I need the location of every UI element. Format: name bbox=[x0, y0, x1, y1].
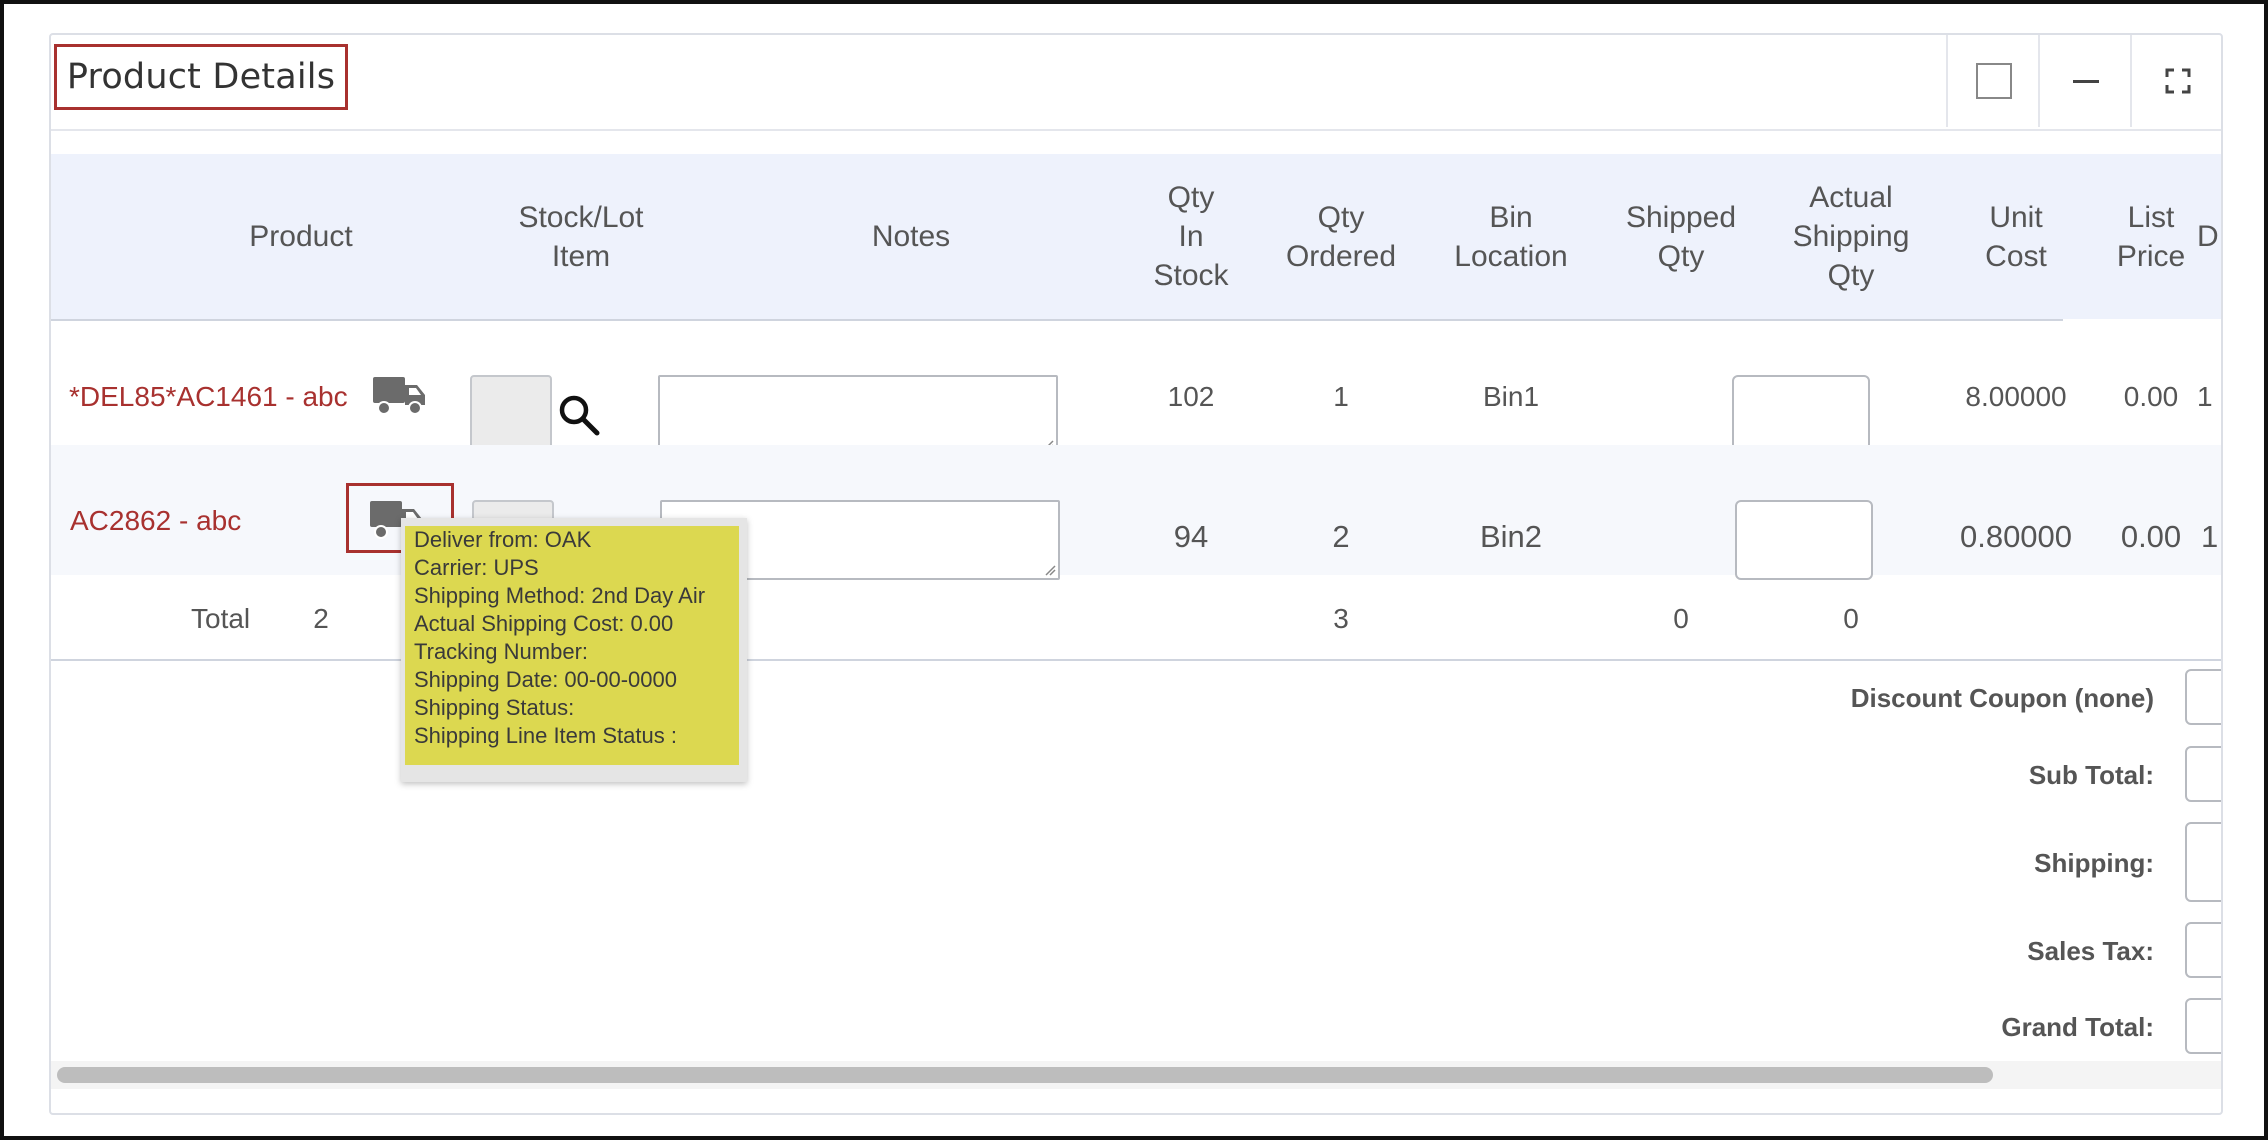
shipping-label: Shipping: bbox=[2034, 848, 2154, 878]
grand-total-field[interactable] bbox=[2185, 998, 2221, 1054]
table-row: AC2862 - abc 94 2 Bin2 0.80000 0.00 1 bbox=[51, 445, 2221, 580]
minimize-icon bbox=[2073, 79, 2099, 83]
tooltip-shipping-cost: Actual Shipping Cost: 0.00 bbox=[414, 611, 674, 636]
total-qty-ordered: 3 bbox=[1333, 603, 1349, 634]
clipped-value: 1 bbox=[2197, 381, 2213, 412]
shipping-info-tooltip: Deliver from: OAK Carrier: UPS Shipping … bbox=[401, 518, 747, 782]
tooltip-deliver-from: Deliver from: OAK bbox=[414, 527, 592, 552]
column-header-product[interactable]: Product bbox=[171, 154, 431, 319]
subtotal-field[interactable] bbox=[2185, 746, 2221, 802]
subtotal-label: Sub Total: bbox=[2028, 760, 2154, 790]
column-header-actual-shipping-qty[interactable]: Actual Shipping Qty bbox=[1766, 154, 1936, 319]
column-header-stock-lot[interactable]: Stock/Lot Item bbox=[461, 154, 701, 319]
tooltip-content: Deliver from: OAK Carrier: UPS Shipping … bbox=[405, 526, 739, 765]
expand-icon bbox=[2165, 68, 2191, 94]
minimize-button[interactable] bbox=[2038, 35, 2132, 127]
qty-ordered: 1 bbox=[1333, 381, 1349, 412]
qty-in-stock: 102 bbox=[1167, 381, 1215, 412]
panel-title-highlight: Product Details bbox=[54, 44, 348, 110]
page-title: Product Details bbox=[66, 57, 336, 97]
bin-location: Bin2 bbox=[1479, 519, 1543, 554]
clipped-value: 1 bbox=[2201, 519, 2219, 554]
column-header-unit-cost[interactable]: Unit Cost bbox=[1946, 154, 2086, 319]
tooltip-carrier: Carrier: UPS bbox=[414, 555, 539, 580]
unit-cost: 0.80000 bbox=[1959, 519, 2073, 554]
actual-shipping-qty-input[interactable] bbox=[1732, 375, 1870, 455]
total-count: 2 bbox=[313, 603, 329, 634]
checkbox-square[interactable] bbox=[1976, 63, 2012, 99]
column-header-qty-ordered[interactable]: Qty Ordered bbox=[1261, 154, 1421, 319]
tooltip-shipping-status: Shipping Status: bbox=[414, 695, 575, 720]
product-link[interactable]: AC2862 - abc bbox=[70, 505, 241, 537]
tooltip-shipping-date: Shipping Date: 00-00-0000 bbox=[414, 667, 677, 692]
scrollbar-thumb[interactable] bbox=[57, 1067, 1993, 1083]
panel-header: Product Details bbox=[51, 35, 2221, 131]
stock-lot-field[interactable] bbox=[470, 375, 552, 455]
qty-in-stock: 94 bbox=[1173, 519, 1209, 554]
tooltip-line-item-status: Shipping Line Item Status : bbox=[414, 723, 677, 748]
column-header-qty-in-stock[interactable]: Qty In Stock bbox=[1131, 154, 1251, 319]
grand-total-label: Grand Total: bbox=[2001, 1012, 2154, 1042]
discount-coupon-label: Discount Coupon (none) bbox=[1850, 683, 2154, 713]
sales-tax-field[interactable] bbox=[2185, 922, 2221, 978]
total-actual-shipping-qty: 0 bbox=[1843, 603, 1859, 634]
actual-shipping-qty-input[interactable] bbox=[1735, 500, 1873, 580]
total-row: Total 2 3 0 0 bbox=[51, 575, 2221, 659]
bin-location: Bin1 bbox=[1482, 381, 1540, 412]
checkbox-button[interactable] bbox=[1946, 35, 2040, 127]
product-details-panel: Product Details Product Stock/Lot Item N… bbox=[49, 33, 2223, 1115]
horizontal-scrollbar[interactable] bbox=[51, 1061, 2221, 1089]
notes-textarea[interactable] bbox=[658, 375, 1058, 455]
unit-cost: 8.00000 bbox=[1965, 381, 2067, 412]
tooltip-tracking-number: Tracking Number: bbox=[414, 639, 589, 664]
total-shipped-qty: 0 bbox=[1673, 603, 1689, 634]
column-header-clipped[interactable]: D bbox=[2197, 154, 2221, 319]
column-header-bin-location[interactable]: Bin Location bbox=[1431, 154, 1591, 319]
discount-coupon-field[interactable] bbox=[2185, 669, 2221, 725]
list-price: 0.00 bbox=[2120, 519, 2182, 554]
truck-icon[interactable] bbox=[371, 373, 427, 417]
column-header-notes[interactable]: Notes bbox=[711, 154, 1111, 319]
expand-button[interactable] bbox=[2130, 35, 2221, 127]
qty-ordered: 2 bbox=[1332, 519, 1350, 554]
sales-tax-label: Sales Tax: bbox=[2027, 936, 2154, 966]
tooltip-shipping-method: Shipping Method: 2nd Day Air bbox=[414, 583, 706, 608]
table-header: Product Stock/Lot Item Notes Qty In Stoc… bbox=[51, 154, 2221, 319]
product-link[interactable]: *DEL85*AC1461 - abc bbox=[69, 381, 348, 413]
summary-divider bbox=[51, 659, 2221, 661]
column-header-shipped-qty[interactable]: Shipped Qty bbox=[1596, 154, 1766, 319]
search-icon[interactable] bbox=[557, 393, 601, 437]
shipping-field[interactable] bbox=[2185, 822, 2221, 902]
